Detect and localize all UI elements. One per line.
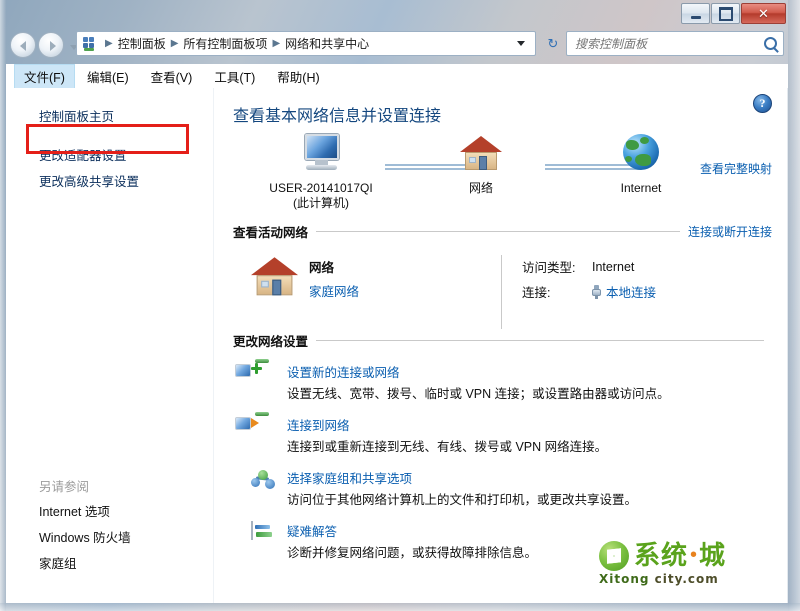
back-button[interactable] [10, 32, 36, 58]
search-box[interactable] [566, 31, 784, 56]
nav-buttons [10, 32, 78, 58]
help-icon[interactable]: ? [753, 94, 772, 113]
map-node-computer[interactable]: USER-20141017QI (此计算机) [251, 134, 391, 211]
address-chevron-down-icon[interactable] [517, 41, 525, 46]
sidebar-item-internet-options[interactable]: Internet 选项 [6, 499, 214, 525]
task-item-homegroup-sharing-options[interactable]: 选择家庭组和共享选项 访问位于其他网络计算机上的文件和打印机，或更改共享设置。 [233, 468, 788, 509]
control-panel-icon [83, 36, 99, 52]
breadcrumb-item-2[interactable]: 网络和共享中心 [283, 35, 371, 52]
task-description: 设置无线、宽带、拨号、临时或 VPN 连接；或设置路由器或访问点。 [287, 387, 670, 401]
close-button[interactable]: ✕ [741, 3, 786, 24]
menu-item-edit[interactable]: 编辑(E) [77, 64, 139, 89]
menu-item-tools[interactable]: 工具(T) [204, 64, 265, 89]
see-also-section: 另请参阅 Internet 选项 Windows 防火墙 家庭组 [6, 466, 214, 577]
sidebar-item-homegroup[interactable]: 家庭组 [6, 551, 214, 577]
search-icon [764, 37, 777, 50]
map-node-computer-name: USER-20141017QI [269, 181, 373, 195]
client-area: 控制面板主页 更改适配器设置 更改高级共享设置 另请参阅 Internet 选项… [6, 88, 788, 603]
breadcrumb-item-0[interactable]: 控制面板 [116, 35, 168, 52]
task-description: 诊断并修复网络问题，或获得故障排除信息。 [287, 546, 538, 560]
active-networks-heading: 查看活动网络 [233, 226, 309, 240]
breadcrumb-chevron-icon-2: ▶ [272, 38, 281, 49]
window-controls: ✕ [680, 3, 786, 24]
sidebar-item-windows-firewall[interactable]: Windows 防火墙 [6, 525, 214, 551]
troubleshoot-icon [251, 521, 272, 540]
maximize-button[interactable] [711, 3, 740, 24]
watermark-en-c: .com [682, 571, 719, 586]
sidebar: 控制面板主页 更改适配器设置 更改高级共享设置 另请参阅 Internet 选项… [6, 88, 214, 603]
explorer-window: ✕ ▶ 控制面板 ▶ 所有控制面板项 ▶ 网络和共享中心 ↻ 文件 [0, 0, 800, 611]
access-type-value: Internet [592, 259, 635, 274]
menu-item-help[interactable]: 帮助(H) [267, 64, 329, 89]
watermark-cn-text-2: 城 [699, 540, 727, 571]
divider [316, 231, 680, 232]
watermark-en-b: city [654, 571, 683, 586]
watermark-cn-text: 系统 [634, 540, 689, 571]
globe-icon [622, 134, 660, 172]
map-node-network[interactable]: 网络 [411, 134, 551, 196]
title-bar[interactable]: ✕ [0, 0, 800, 28]
task-item-setup-new-connection[interactable]: 设置新的连接或网络 设置无线、宽带、拨号、临时或 VPN 连接；或设置路由器或访… [233, 359, 788, 403]
connection-value-link[interactable]: 本地连接 [606, 282, 656, 301]
task-description: 连接到或重新连接到无线、有线、拨号或 VPN 网络连接。 [287, 440, 608, 454]
see-also-heading: 另请参阅 [39, 480, 90, 494]
map-node-internet[interactable]: Internet [571, 134, 711, 196]
network-map: USER-20141017QI (此计算机) 网络 Internet 查看完整映… [233, 134, 788, 216]
window-border-right [788, 0, 800, 611]
minimize-button[interactable] [681, 3, 710, 24]
task-link[interactable]: 设置新的连接或网络 [287, 362, 670, 381]
house-icon [460, 134, 502, 172]
active-network-name: 网络 [309, 261, 335, 275]
change-settings-heading: 更改网络设置 [233, 335, 309, 349]
navigation-bar: ▶ 控制面板 ▶ 所有控制面板项 ▶ 网络和共享中心 ↻ [6, 28, 788, 64]
sidebar-item-change-adapter-settings[interactable]: 更改适配器设置 [6, 143, 213, 169]
task-link[interactable]: 连接到网络 [287, 415, 607, 434]
connection-label: 连接: [522, 286, 551, 300]
breadcrumb-item-1[interactable]: 所有控制面板项 [181, 35, 269, 52]
breadcrumb-chevron-icon-0: ▶ [105, 38, 113, 49]
sidebar-item-control-panel-home[interactable]: 控制面板主页 [6, 104, 213, 130]
task-link[interactable]: 选择家庭组和共享选项 [287, 468, 637, 487]
window-border-bottom [0, 603, 800, 611]
active-network-identity: 网络 家庭网络 [233, 255, 501, 329]
map-node-network-name: 网络 [468, 181, 493, 195]
task-item-connect-to-network[interactable]: 连接到网络 连接到或重新连接到无线、有线、拨号或 VPN 网络连接。 [233, 412, 788, 456]
menu-item-view[interactable]: 查看(V) [141, 64, 203, 89]
task-list: 设置新的连接或网络 设置无线、宽带、拨号、临时或 VPN 连接；或设置路由器或访… [233, 359, 788, 562]
sidebar-item-change-advanced-sharing-settings[interactable]: 更改高级共享设置 [6, 169, 213, 195]
map-node-computer-sub: (此计算机) [293, 196, 349, 210]
active-network-details: 访问类型: Internet 连接: 本地连接 [501, 255, 656, 329]
windows-flag-icon [599, 540, 629, 571]
watermark-en-a: Xitong [599, 571, 650, 586]
watermark-logo: 系统 • 城 Xitong city.com [599, 535, 774, 591]
task-link[interactable]: 疑难解答 [287, 521, 537, 540]
view-full-map-link[interactable]: 查看完整映射 [700, 160, 772, 177]
search-input[interactable] [575, 36, 764, 51]
task-description: 访问位于其他网络计算机上的文件和打印机，或更改共享设置。 [287, 493, 638, 507]
main-content: ? 查看基本网络信息并设置连接 USER-20141017QI (此计算机) 网… [214, 88, 788, 603]
breadcrumb-chevron-icon-1: ▶ [170, 38, 179, 49]
divider [316, 340, 764, 341]
watermark-dot: • [690, 544, 698, 566]
network-adapter-icon [592, 284, 601, 299]
connection-row: 连接: 本地连接 [522, 282, 656, 301]
active-networks-header: 查看活动网络 连接或断开连接 [233, 222, 772, 241]
change-settings-header: 更改网络设置 [233, 331, 772, 350]
connect-disconnect-link[interactable]: 连接或断开连接 [688, 223, 772, 240]
map-node-internet-name: Internet [620, 181, 662, 195]
active-network-type-link[interactable]: 家庭网络 [309, 281, 359, 300]
menu-bar: 文件(F) 编辑(E) 查看(V) 工具(T) 帮助(H) [6, 63, 788, 89]
house-icon [251, 255, 303, 302]
address-bar[interactable]: ▶ 控制面板 ▶ 所有控制面板项 ▶ 网络和共享中心 [76, 31, 536, 56]
active-network-row: 网络 家庭网络 访问类型: Internet 连接: 本地连接 [233, 255, 788, 329]
forward-button[interactable] [38, 32, 64, 58]
menu-item-file[interactable]: 文件(F) [14, 63, 75, 89]
page-title: 查看基本网络信息并设置连接 [233, 108, 442, 125]
monitor-icon [299, 134, 343, 172]
access-type-row: 访问类型: Internet [522, 257, 656, 276]
refresh-icon[interactable]: ↻ [542, 33, 564, 54]
access-type-label: 访问类型: [522, 261, 576, 275]
